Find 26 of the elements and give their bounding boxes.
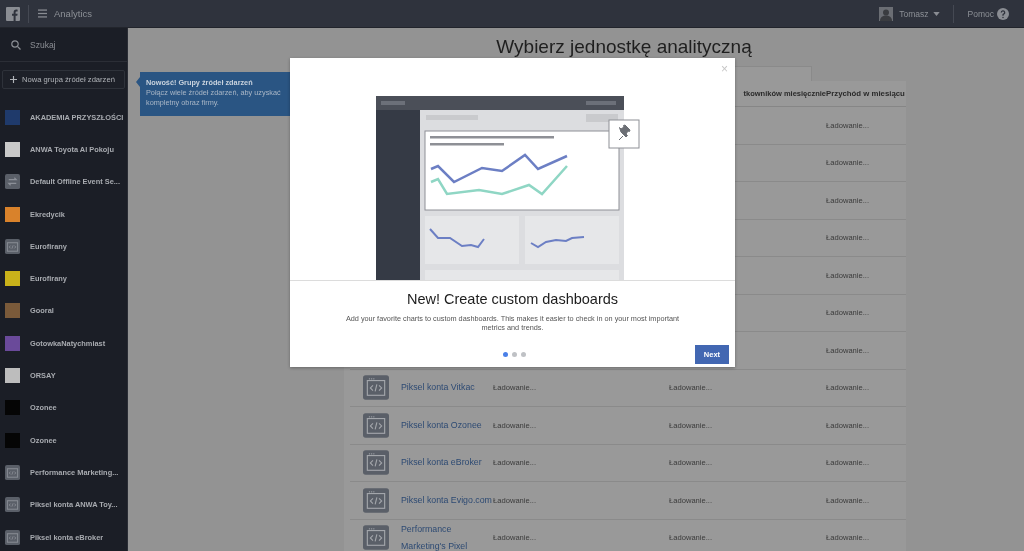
code-icon [363,450,389,476]
user-menu-button[interactable]: Tomasz [899,8,940,19]
page-dot[interactable] [502,352,508,357]
app-name: Analytics [54,8,92,19]
search-icon [11,39,21,50]
facebook-logo-icon[interactable] [6,6,20,21]
code-icon [5,238,20,254]
code-icon [363,375,389,401]
code-icon [363,412,389,438]
code-icon [5,529,20,545]
offline-events-icon [5,174,20,190]
plus-icon [10,76,17,83]
code-icon [5,497,20,513]
modal-title: New! Create custom dashboards [406,291,619,307]
code-icon [363,487,389,513]
help-icon[interactable] [997,7,1009,20]
search-field[interactable]: Szukaj [30,39,120,50]
avatar-icon[interactable] [879,6,894,21]
page-title: Wybierz jednostkę analityczną [495,36,753,58]
page-dot[interactable] [511,352,517,357]
code-icon [363,525,389,551]
help-link[interactable]: Pomoc [967,8,994,19]
caret-icon [932,11,940,16]
code-icon [5,464,20,480]
menu-icon[interactable] [38,9,47,18]
page-dot[interactable] [520,352,526,357]
